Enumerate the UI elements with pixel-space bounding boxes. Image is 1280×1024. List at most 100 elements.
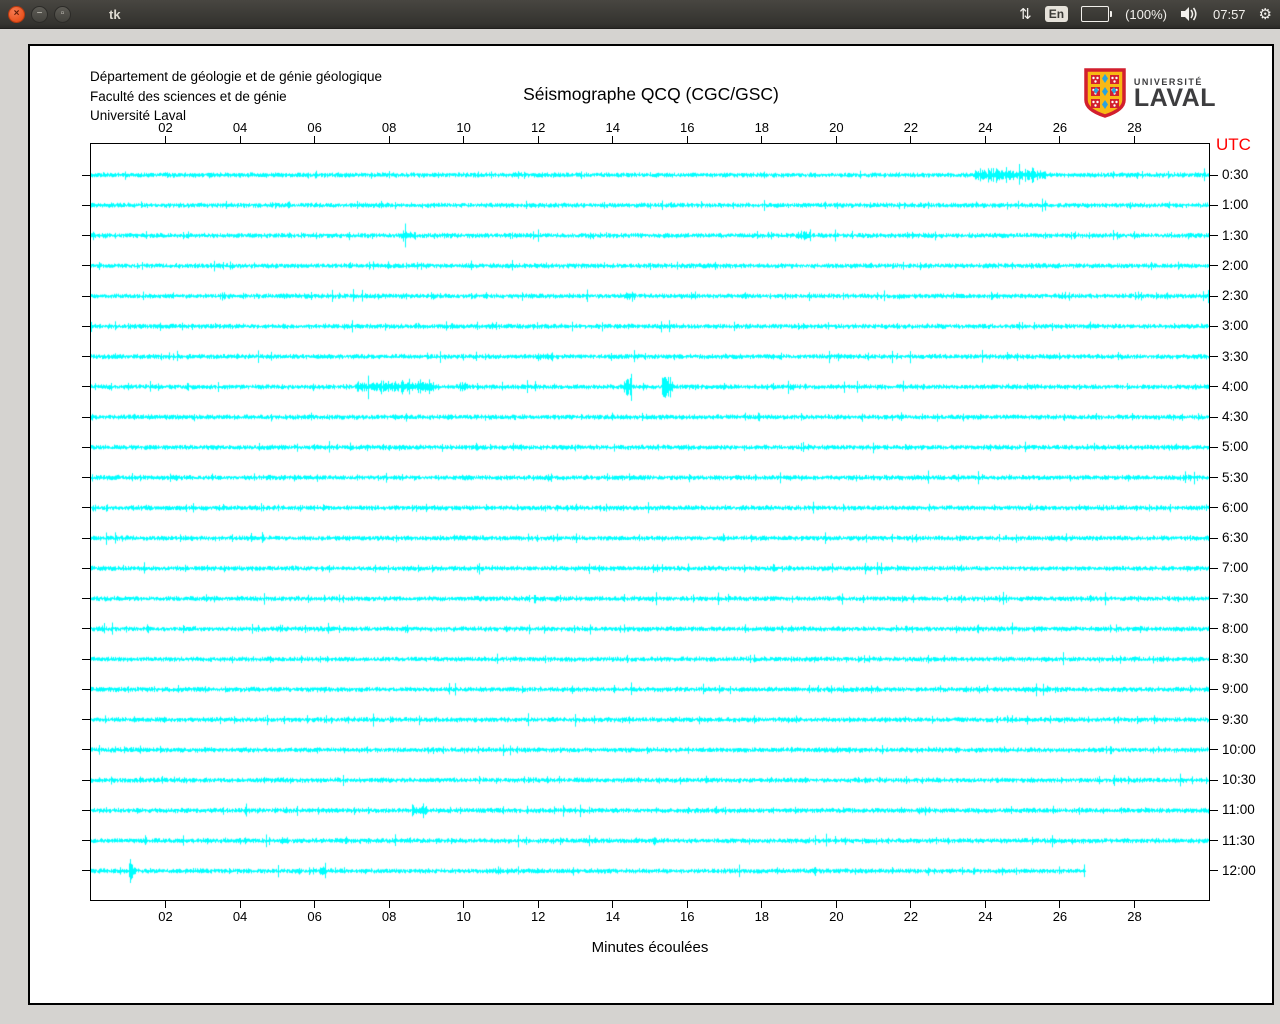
row-tick-right [1210,477,1218,479]
utc-time-label: 5:30 [1222,469,1249,485]
row-tick-left [82,537,90,539]
row-tick-left [82,507,90,509]
utc-time-label: 12:00 [1222,862,1256,878]
x-tick-label-top: 22 [903,120,919,135]
x-tick-label-top: 06 [307,120,322,135]
utc-time-label: 8:00 [1222,620,1249,636]
row-tick-left [82,658,90,660]
row-tick-left [82,416,90,418]
utc-time-label: 3:00 [1222,318,1249,334]
battery-percent: (100%) [1125,6,1167,22]
row-tick-right [1210,719,1218,721]
utc-time-label: 9:30 [1222,711,1249,727]
x-tick-top [984,136,986,143]
row-tick-right [1210,688,1218,690]
utc-time-label: 2:30 [1222,288,1249,304]
x-tick-label-bottom: 14 [605,909,620,924]
minimize-button[interactable]: − [31,5,48,23]
x-tick-top [239,136,241,143]
row-tick-left [82,628,90,630]
row-tick-left [82,356,90,358]
seismograph-window: Département de géologie et de génie géol… [28,44,1274,1005]
clock[interactable]: 07:57 [1213,7,1246,22]
x-tick-top [1133,136,1135,143]
maximize-icon: ▫ [60,8,65,19]
x-tick-label-top: 28 [1127,120,1142,135]
x-tick-top [686,136,688,143]
row-tick-right [1210,809,1218,811]
x-tick-label-top: 02 [158,120,173,135]
row-tick-right [1210,658,1218,660]
close-icon: × [13,8,20,19]
row-tick-right [1210,295,1218,297]
seismogram-traces-canvas [91,144,1209,900]
x-tick-bottom [835,901,837,908]
x-tick-label-top: 10 [456,120,471,135]
row-tick-right [1210,507,1218,509]
x-tick-bottom [686,901,688,908]
utc-time-label: 1:00 [1222,197,1249,213]
row-tick-left [82,749,90,751]
x-tick-label-top: 16 [680,120,695,135]
utc-time-label: 2:00 [1222,257,1249,273]
x-tick-label-top: 18 [754,120,770,135]
x-tick-top [612,136,614,143]
battery-icon[interactable] [1081,6,1113,22]
row-tick-left [82,719,90,721]
utc-time-label: 10:00 [1222,741,1256,757]
utc-time-label: 3:30 [1222,348,1249,364]
row-tick-left [82,174,90,176]
x-tick-bottom [537,901,539,908]
row-tick-left [82,446,90,448]
row-tick-left [82,325,90,327]
x-tick-top [1059,136,1061,143]
volume-icon[interactable] [1180,6,1200,22]
row-tick-right [1210,416,1218,418]
x-tick-top [463,136,465,143]
x-tick-bottom [910,901,912,908]
logo-text-line2: LAVAL [1133,84,1216,112]
row-tick-left [82,477,90,479]
close-button[interactable]: × [8,5,25,23]
utc-time-label: 6:00 [1222,499,1249,515]
x-tick-label-bottom: 02 [158,909,173,924]
row-tick-left [82,295,90,297]
x-tick-label-top: 08 [381,120,397,135]
laval-shield-icon [1084,68,1126,118]
x-tick-bottom [165,901,167,908]
keyboard-layout-indicator[interactable]: En [1044,6,1069,22]
x-tick-top [761,136,763,143]
x-tick-label-bottom: 22 [903,909,919,924]
row-tick-left [82,235,90,237]
row-tick-right [1210,325,1218,327]
row-tick-right [1210,204,1218,206]
x-tick-bottom [984,901,986,908]
x-tick-bottom [463,901,465,908]
x-tick-label-bottom: 16 [680,909,695,924]
row-tick-right [1210,356,1218,358]
utc-axis-title: UTC [1216,135,1251,154]
row-tick-left [82,688,90,690]
utc-time-label: 5:00 [1222,439,1249,455]
utc-time-label: 4:30 [1222,409,1249,425]
x-tick-label-top: 24 [978,120,993,135]
row-tick-right [1210,537,1218,539]
x-tick-label-bottom: 12 [530,909,546,924]
x-tick-bottom [388,901,390,908]
x-tick-bottom [239,901,241,908]
x-tick-label-bottom: 08 [381,909,397,924]
utc-time-label: 7:30 [1222,590,1249,606]
utc-time-label: 11:00 [1222,802,1255,818]
row-tick-right [1210,870,1218,872]
row-tick-left [82,840,90,842]
network-updown-icon[interactable]: ⇅ [1019,5,1032,23]
x-tick-label-bottom: 18 [754,909,770,924]
row-tick-right [1210,446,1218,448]
row-tick-right [1210,386,1218,388]
x-tick-label-top: 14 [605,120,620,135]
row-tick-right [1210,840,1218,842]
utc-time-label: 1:30 [1222,227,1249,243]
utc-time-label: 6:30 [1222,530,1249,546]
maximize-button[interactable]: ▫ [54,5,71,23]
gear-icon[interactable]: ⚙ [1259,5,1272,23]
